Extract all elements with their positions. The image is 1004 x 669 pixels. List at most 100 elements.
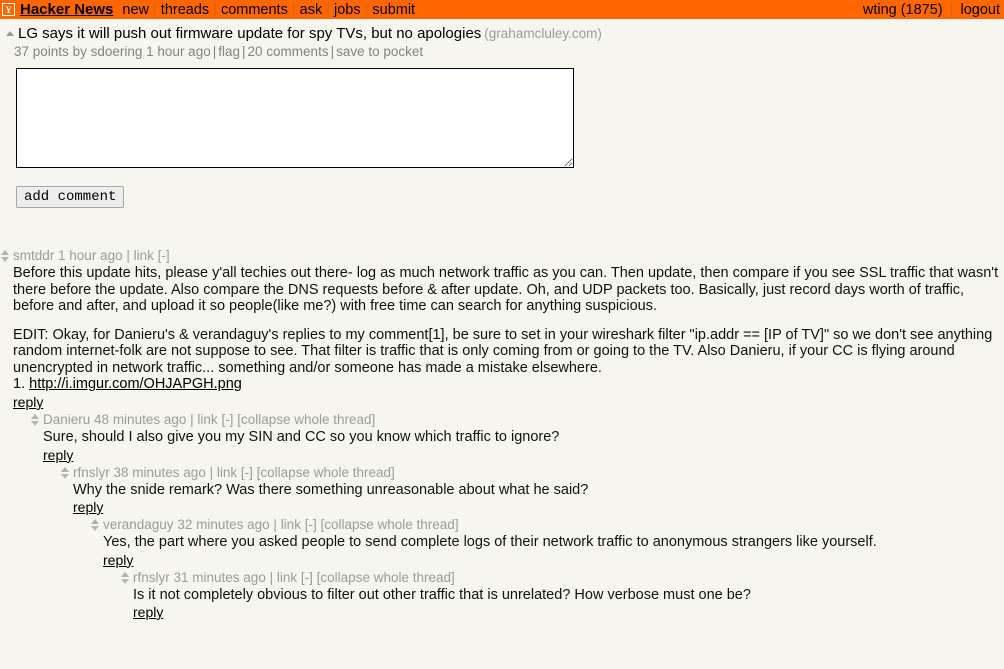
- nav-item-comments[interactable]: comments: [221, 2, 288, 18]
- nav-item-submit[interactable]: submit: [372, 2, 415, 18]
- comment-thread-child: verandaguy 32 minutes ago | link [-] [co…: [90, 517, 1004, 622]
- hn-logo-icon[interactable]: Y: [2, 3, 15, 16]
- comment-time-link[interactable]: 1 hour ago: [58, 248, 123, 263]
- nav-item-threads[interactable]: threads: [161, 2, 209, 18]
- comment-collapse-toggle[interactable]: [-]: [158, 248, 170, 263]
- nav-item-ask[interactable]: ask: [300, 2, 323, 18]
- upvote-triangle-icon[interactable]: [6, 31, 14, 36]
- collapse-whole-thread-link[interactable]: [collapse whole thread]: [237, 412, 375, 427]
- story-time-link[interactable]: 1 hour ago: [146, 44, 211, 59]
- comment-collapse-toggle[interactable]: [-]: [301, 570, 313, 585]
- comment-time-link[interactable]: 32 minutes ago: [177, 517, 269, 532]
- comment-body: Yes, the part where you asked people to …: [90, 533, 1004, 551]
- downvote-triangle-icon[interactable]: [60, 473, 69, 479]
- nav-item-new[interactable]: new: [122, 2, 149, 18]
- head-separator: |: [126, 248, 130, 263]
- comment-reply-row: reply: [90, 551, 1004, 570]
- comment-paragraph: Before this update hits, please y'all te…: [13, 265, 999, 314]
- reply-link[interactable]: reply: [43, 447, 73, 463]
- comment-body: Before this update hits, please y'all te…: [0, 264, 1004, 376]
- comment-collapse-toggle[interactable]: [-]: [241, 465, 253, 480]
- comment-header: rfnslyr 38 minutes ago | link [-] [colla…: [60, 465, 1004, 481]
- downvote-triangle-icon[interactable]: [120, 578, 129, 584]
- comment-paragraph: Sure, should I also give you my SIN and …: [43, 429, 560, 445]
- story-subtext: 37 points by sdoering 1 hour ago | flag | 20…: [0, 43, 1004, 60]
- downvote-triangle-icon[interactable]: [0, 257, 9, 262]
- story-save-to-pocket-link[interactable]: save to pocket: [336, 44, 423, 59]
- comment-time-link[interactable]: 48 minutes ago: [94, 412, 186, 427]
- story-title-row: LG says it will push out firmware update…: [0, 25, 1004, 43]
- comment-permalink[interactable]: link: [281, 517, 301, 532]
- comment-reply-row: reply: [120, 603, 1004, 622]
- upvote-triangle-icon[interactable]: [60, 466, 69, 472]
- comment-permalink[interactable]: link: [217, 465, 237, 480]
- comment-author-link[interactable]: rfnslyr: [133, 570, 170, 585]
- story-points: 37 points: [14, 44, 69, 59]
- user-profile-link[interactable]: wting (1875): [863, 2, 943, 18]
- comment-paragraph: EDIT: Okay, for Danieru's & verandaguy's…: [13, 326, 993, 376]
- upvote-triangle-icon[interactable]: [30, 414, 39, 419]
- nav-separator: |: [364, 1, 369, 18]
- comment-textarea[interactable]: [16, 68, 574, 168]
- vote-arrows[interactable]: [60, 466, 69, 479]
- site-title-link[interactable]: Hacker News: [20, 1, 113, 18]
- comment-permalink[interactable]: link: [197, 412, 217, 427]
- nav-separator: |: [949, 1, 954, 18]
- comment-time-link[interactable]: 38 minutes ago: [114, 465, 206, 480]
- head-separator: |: [190, 412, 194, 427]
- reply-link[interactable]: reply: [73, 499, 103, 515]
- comment-author-link[interactable]: rfnslyr: [73, 465, 110, 480]
- vote-arrows[interactable]: [0, 250, 9, 262]
- upvote-triangle-icon[interactable]: [0, 250, 9, 255]
- comment-header: smtddr 1 hour ago | link [-]: [0, 248, 1004, 264]
- story-header: LG says it will push out firmware update…: [0, 19, 1004, 60]
- comment-time-link[interactable]: 31 minutes ago: [174, 570, 266, 585]
- collapse-whole-thread-link[interactable]: [collapse whole thread]: [320, 517, 458, 532]
- comment-permalink[interactable]: link: [277, 570, 297, 585]
- vote-arrows[interactable]: [30, 414, 39, 426]
- story-title-link[interactable]: LG says it will push out firmware update…: [18, 25, 481, 42]
- comment-author-link[interactable]: Danieru: [43, 412, 90, 427]
- comment-thread-child: rfnslyr 31 minutes ago | link [-] [colla…: [120, 570, 1004, 623]
- comment-footnote: 1. http://i.imgur.com/OHJAPGH.png: [0, 376, 1004, 393]
- add-comment-button[interactable]: add comment: [16, 186, 125, 208]
- nav-separator: |: [153, 1, 157, 18]
- comment-author-link[interactable]: smtddr: [13, 248, 54, 263]
- collapse-whole-thread-link[interactable]: [collapse whole thread]: [317, 570, 455, 585]
- comment-body: Why the snide remark? Was there somethin…: [60, 481, 1004, 499]
- reply-link[interactable]: reply: [103, 552, 133, 568]
- comment-collapse-toggle[interactable]: [-]: [305, 517, 317, 532]
- vote-arrows[interactable]: [90, 519, 99, 531]
- footnote-link[interactable]: http://i.imgur.com/OHJAPGH.png: [29, 376, 242, 392]
- reply-link[interactable]: reply: [133, 604, 163, 620]
- comments-list: smtddr 1 hour ago | link [-] Before this…: [0, 208, 1004, 622]
- comment-permalink[interactable]: link: [134, 248, 154, 263]
- upvote-triangle-icon[interactable]: [120, 571, 129, 577]
- story-comments-link[interactable]: 20 comments: [248, 44, 329, 59]
- comment-header: rfnslyr 31 minutes ago | link [-] [colla…: [120, 570, 1004, 586]
- story-author-link[interactable]: sdoering: [91, 44, 143, 59]
- head-separator: |: [269, 569, 274, 585]
- downvote-triangle-icon[interactable]: [30, 421, 39, 426]
- comment-thread-child: rfnslyr 38 minutes ago | link [-] [colla…: [60, 465, 1004, 623]
- comment-author-link[interactable]: verandaguy: [103, 517, 174, 532]
- comment-reply-row: reply: [0, 393, 1004, 412]
- story-flag-link[interactable]: flag: [218, 44, 240, 59]
- nav-item-jobs[interactable]: jobs: [334, 2, 361, 18]
- comment-paragraph: Is it not completely obvious to filter o…: [133, 586, 751, 603]
- comment-collapse-toggle[interactable]: [-]: [221, 412, 233, 427]
- comment-form: add comment: [0, 60, 1004, 208]
- vote-arrows[interactable]: [120, 571, 129, 584]
- story-by-label: by: [72, 44, 87, 59]
- reply-link[interactable]: reply: [13, 394, 43, 410]
- downvote-triangle-icon[interactable]: [90, 526, 99, 531]
- comment-header: Danieru 48 minutes ago | link [-] [colla…: [30, 412, 1004, 428]
- nav-separator: |: [213, 1, 217, 18]
- comment-thread-child: Danieru 48 minutes ago | link [-] [colla…: [30, 412, 1004, 622]
- upvote-triangle-icon[interactable]: [90, 519, 99, 524]
- story-domain: (grahamcluley.com): [484, 26, 602, 41]
- collapse-whole-thread-link[interactable]: [collapse whole thread]: [257, 465, 395, 480]
- logout-link[interactable]: logout: [960, 2, 1000, 18]
- top-navigation-bar: Y Hacker News new | threads | comments |…: [0, 0, 1004, 19]
- footnote-number: 1.: [13, 376, 26, 392]
